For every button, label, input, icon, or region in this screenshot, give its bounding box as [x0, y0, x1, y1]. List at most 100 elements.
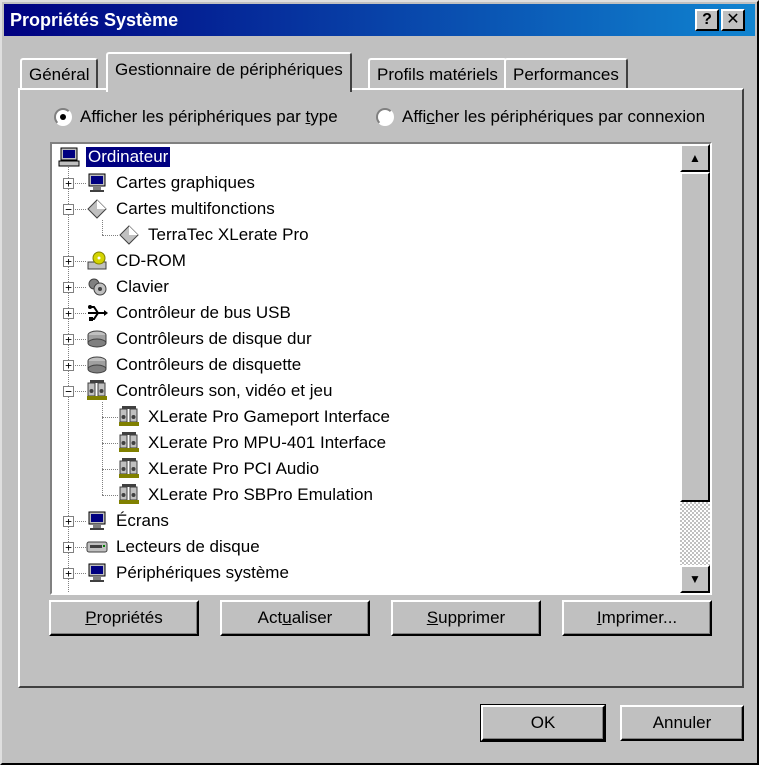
tree-connector-line — [102, 495, 118, 496]
tree-root-computer[interactable]: Ordinateur — [58, 144, 172, 170]
monitor-icon — [86, 562, 108, 584]
tree-item-label: Cartes multifonctions — [116, 199, 275, 218]
tree-item[interactable]: CD-ROM — [86, 248, 188, 274]
tab-hardware-profiles-label: Profils matériels — [377, 65, 498, 84]
tree-item-label: Contrôleurs son, vidéo et jeu — [116, 381, 333, 400]
radio-by-connection[interactable]: Afficher les périphériques par connexion — [376, 105, 705, 129]
tree-item[interactable]: Contrôleurs son, vidéo et jeu — [86, 378, 334, 404]
tree-expander-plus-icon[interactable]: + — [63, 178, 74, 189]
tree-item-label: Écrans — [116, 511, 169, 530]
radio-by-connection-button[interactable] — [376, 108, 394, 126]
tree-item-label: TerraTec XLerate Pro — [148, 225, 309, 244]
tree-item[interactable]: Périphériques système — [86, 560, 291, 586]
tree-expander-plus-icon[interactable]: + — [63, 256, 74, 267]
sound-icon — [86, 380, 108, 402]
tree-item[interactable]: Cartes multifonctions — [86, 196, 277, 222]
scroll-up-button[interactable]: ▲ — [680, 144, 710, 172]
scroll-down-button[interactable]: ▼ — [680, 565, 710, 593]
arrow-up-icon: ▲ — [689, 151, 701, 165]
tab-device-manager-label: Gestionnaire de périphériques — [115, 60, 343, 79]
scroll-track[interactable] — [680, 502, 710, 565]
arrow-down-icon: ▼ — [689, 572, 701, 586]
sound-icon — [118, 484, 140, 506]
tree-connector-line — [102, 220, 103, 235]
close-icon: ✕ — [726, 11, 740, 28]
drive-icon — [86, 536, 108, 558]
tree-item[interactable]: Contrôleur de bus USB — [86, 300, 293, 326]
print-button-label: Imprimer... — [596, 608, 678, 627]
computer-icon — [58, 146, 80, 168]
cdrom-icon — [86, 250, 108, 272]
tree-item-label: Contrôleurs de disque dur — [116, 329, 312, 348]
diamond-icon — [86, 198, 108, 220]
tree-item[interactable]: Cartes graphiques — [86, 170, 257, 196]
tree-item[interactable]: XLerate Pro MPU-401 Interface — [118, 430, 388, 456]
tree-item[interactable]: XLerate Pro Gameport Interface — [118, 404, 392, 430]
tree-item[interactable]: TerraTec XLerate Pro — [118, 222, 311, 248]
device-tree-content: Ordinateur + Cartes graphiques − Cartes mul… — [52, 144, 680, 593]
radio-by-type-label: Afficher les périphériques par type — [80, 107, 338, 126]
usb-icon — [86, 302, 108, 324]
help-button[interactable]: ? — [695, 9, 719, 31]
tab-general-label: Général — [29, 65, 90, 84]
tree-item-label: Lecteurs de disque — [116, 537, 260, 556]
tree-item[interactable]: XLerate Pro SBPro Emulation — [118, 482, 375, 508]
tree-item-label: Périphériques système — [116, 563, 289, 582]
tree-expander-plus-icon[interactable]: + — [63, 360, 74, 371]
tree-item[interactable]: Lecteurs de disque — [86, 534, 262, 560]
sound-icon — [118, 458, 140, 480]
tree-expander-plus-icon[interactable]: + — [63, 334, 74, 345]
tree-item-label: XLerate Pro Gameport Interface — [148, 407, 390, 426]
properties-button-label: Propriétés — [85, 608, 163, 627]
tree-expander-plus-icon[interactable]: + — [63, 308, 74, 319]
tree-root-label: Ordinateur — [84, 146, 172, 168]
cancel-button-label: Annuler — [652, 713, 712, 732]
tab-performance[interactable]: Performances — [504, 58, 628, 88]
refresh-button[interactable]: Actualiser — [220, 600, 370, 636]
print-button[interactable]: Imprimer... — [562, 600, 712, 636]
tree-item-label: Clavier — [116, 277, 169, 296]
remove-button-label: Supprimer — [426, 608, 506, 627]
tree-expander-plus-icon[interactable]: + — [63, 542, 74, 553]
tree-item-label: Contrôleur de bus USB — [116, 303, 291, 322]
tree-item[interactable]: Contrôleurs de disquette — [86, 352, 303, 378]
tree-expander-minus-icon[interactable]: − — [63, 386, 74, 397]
tree-item[interactable]: Écrans — [86, 508, 171, 534]
monitor-icon — [86, 510, 108, 532]
tree-connector-line — [102, 402, 103, 495]
tree-item[interactable]: Contrôleurs de disque dur — [86, 326, 314, 352]
tree-item-label: Contrôleurs de disquette — [116, 355, 302, 374]
tree-connector-line — [102, 235, 118, 236]
tree-item-label: CD-ROM — [116, 251, 186, 270]
keyboard-icon — [86, 276, 108, 298]
tree-item-label: XLerate Pro SBPro Emulation — [148, 485, 373, 504]
tree-item-label: Cartes graphiques — [116, 173, 255, 192]
ok-button[interactable]: OK — [480, 704, 606, 742]
tree-expander-plus-icon[interactable]: + — [63, 282, 74, 293]
tree-expander-plus-icon[interactable]: + — [63, 568, 74, 579]
tree-connector-line — [102, 469, 118, 470]
tab-general[interactable]: Général — [20, 58, 99, 88]
device-tree[interactable]: Ordinateur + Cartes graphiques − Cartes mul… — [50, 142, 712, 595]
tab-device-manager[interactable]: Gestionnaire de périphériques — [106, 52, 352, 92]
tree-expander-minus-icon[interactable]: − — [63, 204, 74, 215]
system-properties-dialog: Propriétés Système ? ✕ Général Gestionna… — [0, 0, 759, 765]
cancel-button[interactable]: Annuler — [620, 705, 744, 741]
tree-item[interactable]: XLerate Pro PCI Audio — [118, 456, 321, 482]
tree-expander-plus-icon[interactable]: + — [63, 516, 74, 527]
close-button[interactable]: ✕ — [721, 9, 745, 31]
properties-button[interactable]: Propriétés — [49, 600, 199, 636]
scroll-thumb[interactable] — [680, 172, 710, 502]
remove-button[interactable]: Supprimer — [391, 600, 541, 636]
tree-item-label: XLerate Pro MPU-401 Interface — [148, 433, 387, 452]
refresh-button-label: Actualiser — [257, 608, 333, 627]
ok-button-label: OK — [530, 713, 556, 732]
tab-hardware-profiles[interactable]: Profils matériels — [368, 58, 507, 88]
vertical-scrollbar[interactable]: ▲ ▼ — [680, 144, 710, 593]
radio-selected-dot — [60, 114, 66, 120]
title-bar[interactable]: Propriétés Système ? ✕ — [4, 4, 755, 36]
radio-by-type-button[interactable] — [54, 108, 72, 126]
tree-item[interactable]: Clavier — [86, 274, 171, 300]
radio-by-type[interactable]: Afficher les périphériques par type — [54, 105, 338, 129]
sound-icon — [118, 432, 140, 454]
